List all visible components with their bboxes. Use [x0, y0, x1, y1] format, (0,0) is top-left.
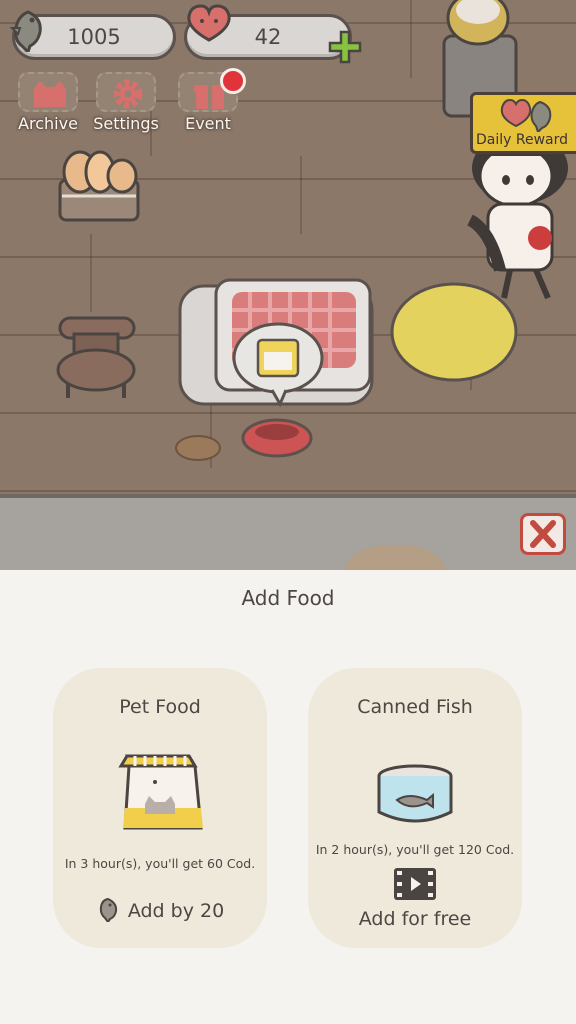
heart-fish-icon	[500, 98, 552, 132]
video-icon	[394, 868, 436, 900]
add-hearts-button[interactable]	[328, 30, 362, 64]
pet-food-card[interactable]: Pet Food In 3 hour(s), you'll get 60 Cod…	[53, 668, 267, 948]
archive-button[interactable]: Archive	[13, 72, 83, 133]
daily-reward-label: Daily Reward	[476, 132, 569, 148]
yellow-cushion	[390, 282, 518, 382]
gear-icon	[113, 79, 143, 109]
sheet-header-strip	[0, 494, 576, 570]
maid-character	[466, 132, 568, 300]
bread-basket	[58, 150, 140, 222]
wooden-chair	[56, 316, 136, 398]
close-icon	[530, 520, 556, 548]
room-scene	[56, 0, 568, 461]
heart-icon	[187, 4, 231, 42]
add-food-sheet: Add Food Pet Food In 3 hour(s), you'll g…	[0, 570, 576, 1024]
game-room: 1005 42 Archive Settings Event Daily Rew…	[0, 0, 576, 570]
food-description: In 2 hour(s), you'll get 120 Cod.	[315, 842, 515, 857]
daily-reward-button[interactable]: Daily Reward	[462, 92, 576, 156]
event-label: Event	[185, 114, 231, 133]
pet-food-bag-icon	[118, 754, 203, 830]
food-name: Pet Food	[119, 696, 201, 718]
poop	[175, 435, 221, 461]
sheet-title: Add Food	[241, 586, 335, 610]
pet-bed	[178, 278, 374, 408]
add-by-20-button[interactable]: Add by 20	[53, 896, 267, 924]
add-for-free-button[interactable]: Add for free	[308, 908, 522, 930]
settings-label: Settings	[93, 114, 159, 133]
canned-fish-card[interactable]: Canned Fish In 2 hour(s), you'll get 120…	[308, 668, 522, 948]
cat-face-icon	[34, 81, 66, 107]
add-by-20-label: Add by 20	[127, 900, 225, 922]
event-notification-badge	[220, 68, 246, 94]
food-description: In 3 hour(s), you'll get 60 Cod.	[64, 856, 256, 871]
archive-label: Archive	[18, 114, 78, 133]
fish-icon	[9, 10, 42, 52]
fish-icon	[99, 897, 117, 924]
divider	[0, 494, 576, 498]
food-name: Canned Fish	[357, 696, 473, 718]
canned-fish-icon	[377, 764, 453, 823]
settings-button[interactable]: Settings	[91, 72, 161, 133]
close-button[interactable]	[520, 513, 566, 555]
